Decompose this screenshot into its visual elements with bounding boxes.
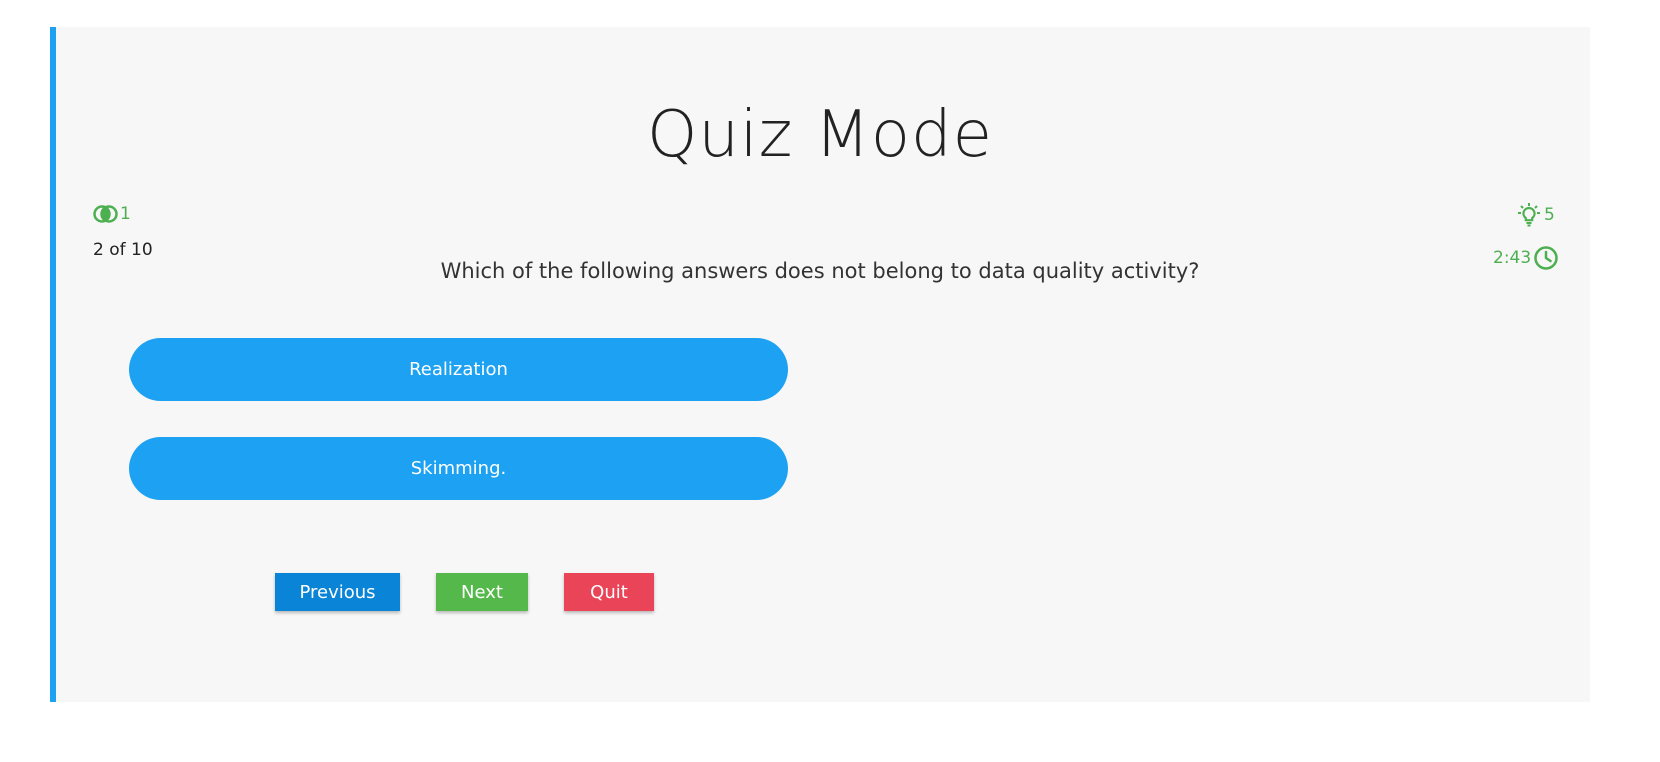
hints-indicator[interactable]: 5 xyxy=(1516,202,1555,228)
lives-circles-icon xyxy=(93,204,119,224)
lightbulb-icon[interactable] xyxy=(1516,202,1542,228)
quit-button[interactable]: Quit xyxy=(564,573,654,611)
question-text: Which of the following answers does not … xyxy=(440,259,1200,283)
answer-option[interactable]: Skimming. xyxy=(129,437,788,500)
previous-button[interactable]: Previous xyxy=(275,573,400,611)
hints-count: 5 xyxy=(1544,205,1555,225)
answer-option[interactable]: Realization xyxy=(129,338,788,401)
lives-count: 1 xyxy=(120,204,131,224)
lives-indicator: 1 xyxy=(93,204,131,224)
next-button[interactable]: Next xyxy=(436,573,528,611)
question-counter: 2 of 10 xyxy=(93,240,153,260)
